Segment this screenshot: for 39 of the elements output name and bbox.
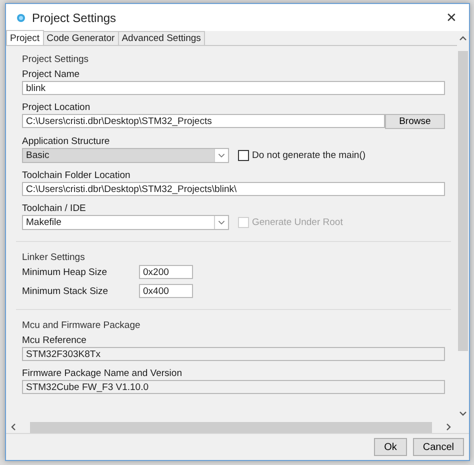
text-field[interactable]: 0x200 bbox=[139, 265, 193, 279]
field-label: Project Location bbox=[22, 102, 92, 113]
field-label: Minimum Heap Size bbox=[22, 266, 108, 278]
tab[interactable]: Project bbox=[6, 30, 44, 45]
scroll-up-icon[interactable] bbox=[459, 34, 467, 42]
field-label: Toolchain / IDE bbox=[22, 203, 87, 214]
field-label: Application Structure bbox=[22, 136, 111, 147]
section-title: Linker Settings bbox=[22, 252, 86, 263]
dialog-button[interactable]: Cancel bbox=[412, 438, 464, 456]
dropdown[interactable]: Makefile bbox=[22, 215, 229, 230]
dialog-button[interactable]: Ok bbox=[374, 438, 407, 456]
field-label: Toolchain Folder Location bbox=[22, 170, 132, 181]
text-field[interactable]: STM32F303K8Tx bbox=[22, 347, 445, 361]
caret-icon[interactable] bbox=[214, 216, 228, 229]
tab[interactable]: Advanced Settings bbox=[118, 31, 205, 45]
field-label: Minimum Stack Size bbox=[22, 286, 110, 296]
text-field[interactable]: C:\Users\cristi.dbr\Desktop\STM32_Projects\blink\ bbox=[22, 182, 445, 196]
tab[interactable]: Code Generator bbox=[42, 31, 119, 45]
close-button[interactable]: ✕ bbox=[442, 10, 461, 25]
field-label: Mcu Reference bbox=[22, 335, 88, 346]
field-label: Firmware Package Name and Version bbox=[22, 368, 183, 379]
checkbox-label: Generate Under Root bbox=[252, 217, 343, 228]
text-field[interactable]: blink bbox=[22, 81, 445, 95]
field-label: Project Name bbox=[22, 69, 81, 80]
scroll-left-icon[interactable] bbox=[9, 423, 17, 431]
checkbox-label: Do not generate the main() bbox=[252, 150, 366, 161]
section-title: Project Settings bbox=[22, 54, 90, 65]
text-field[interactable]: 0x400 bbox=[139, 284, 193, 298]
section-title: Mcu and Firmware Package bbox=[22, 320, 142, 331]
window-title: Project Settings bbox=[32, 10, 118, 24]
vertical-scrollbar[interactable] bbox=[457, 31, 469, 421]
browse-button[interactable]: Browse bbox=[384, 114, 445, 129]
app-icon bbox=[16, 12, 26, 22]
location-field[interactable]: C:\Users\cristi.dbr\Desktop\STM32_Projects bbox=[22, 114, 385, 128]
scroll-thumb[interactable] bbox=[30, 422, 432, 432]
text-field[interactable]: STM32Cube FW_F3 V1.10.0 bbox=[22, 380, 445, 394]
scroll-down-icon[interactable] bbox=[459, 410, 467, 418]
scroll-right-icon[interactable] bbox=[445, 423, 453, 431]
scroll-thumb[interactable] bbox=[458, 51, 468, 351]
